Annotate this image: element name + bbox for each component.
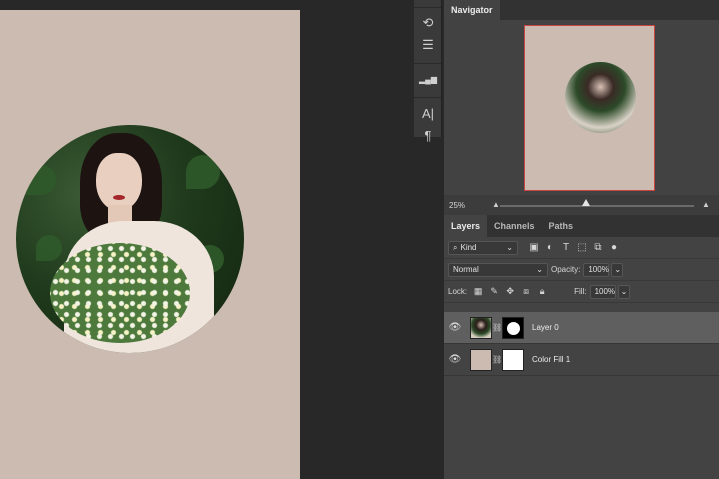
paragraph-icon[interactable]: ¶ bbox=[414, 124, 442, 146]
layers-tabbar: Layers Channels Paths bbox=[444, 215, 719, 237]
visibility-eye-icon[interactable]: 👁︎ bbox=[444, 354, 466, 365]
chevron-down-icon: ⌄ bbox=[620, 287, 628, 296]
layer-name[interactable]: Layer 0 bbox=[532, 323, 559, 332]
search-icon: ⌕ bbox=[453, 242, 458, 252]
flower-bouquet bbox=[50, 243, 190, 343]
masked-portrait-image bbox=[16, 125, 244, 353]
mask-link-icon[interactable]: ⛓︎ bbox=[492, 355, 502, 364]
shape-filter-icon[interactable]: ⬚ bbox=[574, 242, 590, 253]
chevron-down-icon: ⌄ bbox=[536, 265, 543, 274]
history-icon[interactable]: ⟲ bbox=[414, 12, 442, 34]
lock-row: Lock: ▦ ✎ ✥ ⧈ 🔒︎ Fill: 100% ⌄ bbox=[444, 281, 719, 303]
navigator-preview[interactable] bbox=[444, 20, 719, 195]
fill-field[interactable]: 100% bbox=[589, 284, 616, 299]
smart-object-filter-icon[interactable]: ⧉ bbox=[590, 242, 606, 253]
layer-thumbnail[interactable] bbox=[470, 316, 492, 339]
lock-image-pixels-icon[interactable]: ✎ bbox=[486, 286, 502, 297]
navigator-tabbar: Navigator bbox=[444, 0, 719, 20]
layer-name[interactable]: Color Fill 1 bbox=[532, 355, 570, 364]
zoom-in-icon[interactable]: ▲ bbox=[702, 200, 710, 209]
layer-mask-thumbnail[interactable] bbox=[502, 348, 524, 371]
mask-link-icon[interactable]: ⛓︎ bbox=[492, 323, 502, 332]
tab-navigator[interactable]: Navigator bbox=[444, 0, 500, 20]
lock-position-icon[interactable]: ✥ bbox=[502, 286, 518, 297]
panel-dock: ⟲ ☰ ▂▄▆ A| ¶ bbox=[414, 0, 442, 143]
blend-mode-select[interactable]: Normal ⌄ bbox=[448, 262, 548, 277]
zoom-slider-handle[interactable] bbox=[582, 199, 590, 206]
chevron-down-icon: ⌄ bbox=[506, 243, 513, 252]
layer-row[interactable]: 👁︎ ⛓︎ Color Fill 1 bbox=[444, 344, 719, 376]
opacity-label: Opacity: bbox=[551, 265, 581, 274]
zoom-slider[interactable] bbox=[500, 205, 694, 207]
tab-channels[interactable]: Channels bbox=[487, 215, 542, 237]
zoom-out-icon[interactable]: ▲ bbox=[492, 200, 500, 209]
lock-label: Lock: bbox=[448, 287, 468, 296]
tab-paths[interactable]: Paths bbox=[542, 215, 581, 237]
fill-dropdown[interactable]: ⌄ bbox=[617, 284, 630, 299]
pixel-filter-icon[interactable]: ▣ bbox=[526, 242, 542, 253]
character-icon[interactable]: A| bbox=[414, 102, 442, 124]
navigator-zoom-row: 25% ▲ ▲ bbox=[444, 195, 719, 215]
filter-kind-select[interactable]: ⌕ Kind ⌄ bbox=[448, 240, 518, 255]
navigator-view-box[interactable] bbox=[524, 25, 655, 191]
histogram-icon[interactable]: ▂▄▆ bbox=[414, 68, 442, 90]
lock-all-icon[interactable]: 🔒︎ bbox=[534, 286, 550, 297]
lock-artboard-icon[interactable]: ⧈ bbox=[518, 286, 534, 297]
visibility-eye-icon[interactable]: 👁︎ bbox=[444, 322, 466, 333]
fill-label: Fill: bbox=[574, 287, 587, 296]
document-canvas[interactable] bbox=[0, 10, 300, 479]
layer-thumbnail[interactable] bbox=[470, 348, 492, 371]
photoshop-workspace: ⟲ ☰ ▂▄▆ A| ¶ Navigator 25% ▲ ▲ Layers Ch… bbox=[0, 0, 719, 479]
zoom-value[interactable]: 25% bbox=[449, 201, 465, 210]
layer-row[interactable]: 👁︎ ⛓︎ Layer 0 bbox=[444, 312, 719, 344]
adjustments-icon[interactable]: ☰ bbox=[414, 34, 442, 56]
adjustment-filter-icon[interactable]: ◐ bbox=[542, 242, 558, 253]
opacity-field[interactable]: 100% bbox=[583, 262, 610, 277]
type-filter-icon[interactable]: T bbox=[558, 242, 574, 253]
blend-row: Normal ⌄ Opacity: 100% ⌄ bbox=[444, 259, 719, 281]
layer-mask-thumbnail[interactable] bbox=[502, 316, 524, 339]
lock-transparent-pixels-icon[interactable]: ▦ bbox=[470, 286, 486, 297]
navigator-thumbnail bbox=[565, 62, 636, 133]
tab-layers[interactable]: Layers bbox=[444, 215, 488, 237]
opacity-dropdown[interactable]: ⌄ bbox=[611, 262, 624, 277]
right-panels: Navigator 25% ▲ ▲ Layers Channels Paths … bbox=[444, 0, 719, 479]
layer-filter-row: ⌕ Kind ⌄ ▣ ◐ T ⬚ ⧉ ● bbox=[444, 237, 719, 259]
chevron-down-icon: ⌄ bbox=[614, 265, 622, 274]
filter-toggle-icon[interactable]: ● bbox=[606, 242, 622, 253]
